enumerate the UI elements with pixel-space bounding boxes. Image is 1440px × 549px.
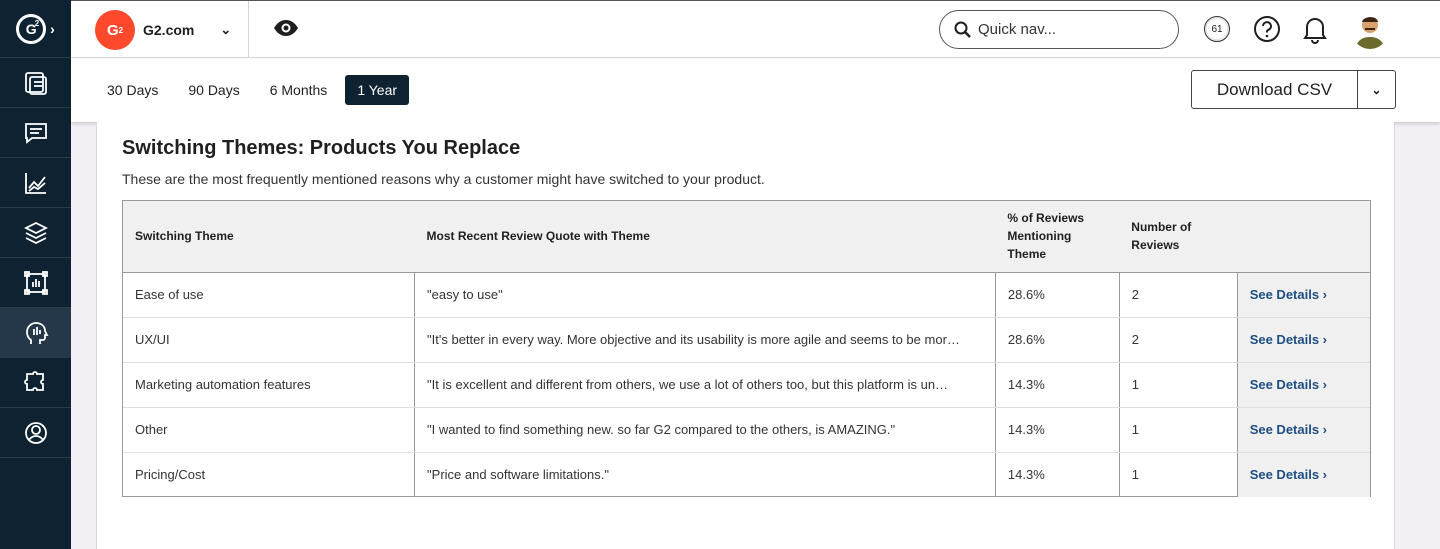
table-row: UX/UI "It's better in every way. More ob… bbox=[123, 317, 1370, 363]
user-avatar[interactable] bbox=[1351, 9, 1389, 49]
rail-item-dashboard[interactable] bbox=[0, 58, 71, 108]
download-options-toggle[interactable]: ⌄ bbox=[1357, 71, 1395, 108]
header-actions bbox=[1237, 201, 1370, 273]
chevron-right-icon: › bbox=[50, 20, 55, 37]
section-subtitle: These are the most frequently mentioned … bbox=[122, 171, 765, 187]
see-details-link[interactable]: See Details › bbox=[1250, 422, 1327, 437]
see-details-link[interactable]: See Details › bbox=[1250, 377, 1327, 392]
dashboard-icon bbox=[24, 71, 47, 95]
quote-cell: "easy to use" bbox=[414, 272, 996, 318]
search-icon bbox=[954, 21, 971, 38]
table-row: Marketing automation features "It is exc… bbox=[123, 362, 1370, 408]
tab-90-days[interactable]: 90 Days bbox=[176, 75, 251, 105]
header-percent-reviews: % of Reviews Mentioning Theme bbox=[995, 201, 1120, 273]
download-csv-split-button: Download CSV ⌄ bbox=[1191, 70, 1396, 109]
product-switcher[interactable]: G2 G2.com ⌄ bbox=[95, 10, 231, 50]
see-details-link[interactable]: See Details › bbox=[1250, 287, 1327, 302]
header-review-quote: Most Recent Review Quote with Theme bbox=[414, 201, 996, 273]
details-cell: See Details › bbox=[1237, 317, 1370, 363]
count-cell: 2 bbox=[1119, 317, 1238, 363]
percent-cell: 14.3% bbox=[995, 452, 1120, 497]
table-row: Pricing/Cost "Price and software limitat… bbox=[123, 452, 1370, 497]
details-cell: See Details › bbox=[1237, 362, 1370, 408]
section-title: Switching Themes: Products You Replace bbox=[122, 137, 521, 159]
tab-6-months[interactable]: 6 Months bbox=[258, 75, 340, 105]
percent-cell: 28.6% bbox=[995, 317, 1120, 363]
percent-cell: 28.6% bbox=[995, 272, 1120, 318]
table-row: Other "I wanted to find something new. s… bbox=[123, 407, 1370, 453]
see-details-link[interactable]: See Details › bbox=[1250, 467, 1327, 482]
theme-cell: Ease of use bbox=[123, 272, 416, 318]
count-cell: 1 bbox=[1119, 407, 1238, 453]
see-details-link[interactable]: See Details › bbox=[1250, 332, 1327, 347]
theme-cell: Marketing automation features bbox=[123, 362, 416, 408]
download-csv-button[interactable]: Download CSV bbox=[1192, 71, 1357, 108]
count-cell: 1 bbox=[1119, 452, 1238, 497]
layers-icon bbox=[23, 221, 48, 244]
rail-item-analytics[interactable] bbox=[0, 158, 71, 208]
top-bar: G2 G2.com ⌄ 61 bbox=[71, 0, 1440, 58]
chevron-down-icon: ⌄ bbox=[220, 22, 232, 37]
quick-nav-search[interactable] bbox=[939, 10, 1179, 49]
rail-item-profile[interactable] bbox=[0, 408, 71, 458]
rail-item-reports[interactable] bbox=[0, 258, 71, 308]
g2-brand-badge: G2 bbox=[95, 10, 135, 50]
table-row: Ease of use "easy to use" 28.6% 2 See De… bbox=[123, 272, 1370, 318]
product-name: G2.com bbox=[143, 22, 195, 38]
switching-themes-table: Switching Theme Most Recent Review Quote… bbox=[122, 200, 1371, 497]
line-chart-icon bbox=[24, 172, 46, 194]
table-header-row: Switching Theme Most Recent Review Quote… bbox=[123, 201, 1370, 273]
quote-cell: "I wanted to find something new. so far … bbox=[414, 407, 996, 453]
rail-item-integrations[interactable] bbox=[0, 208, 71, 258]
switching-themes-card: Switching Themes: Products You Replace T… bbox=[96, 122, 1395, 549]
g2-logo-icon: G2 bbox=[16, 13, 47, 44]
notification-count-badge[interactable]: 61 bbox=[1204, 16, 1230, 42]
theme-cell: UX/UI bbox=[123, 317, 416, 363]
left-rail: G2 › bbox=[0, 0, 71, 549]
header-switching-theme: Switching Theme bbox=[123, 201, 415, 273]
theme-cell: Other bbox=[123, 407, 416, 453]
details-cell: See Details › bbox=[1237, 407, 1370, 453]
divider bbox=[248, 1, 249, 58]
search-input[interactable] bbox=[978, 21, 1158, 38]
quote-cell: "It's better in every way. More objectiv… bbox=[414, 317, 996, 363]
count-cell: 1 bbox=[1119, 362, 1238, 408]
percent-cell: 14.3% bbox=[995, 407, 1120, 453]
theme-cell: Pricing/Cost bbox=[123, 452, 416, 497]
chat-icon bbox=[24, 122, 47, 144]
quote-cell: "It is excellent and different from othe… bbox=[414, 362, 996, 408]
date-filter-bar: 30 Days 90 Days 6 Months 1 Year Download… bbox=[71, 58, 1440, 122]
head-brain-icon bbox=[25, 321, 48, 344]
details-cell: See Details › bbox=[1237, 452, 1370, 497]
details-cell: See Details › bbox=[1237, 272, 1370, 318]
quote-cell: "Price and software limitations." bbox=[414, 452, 996, 497]
eye-icon[interactable] bbox=[273, 18, 299, 43]
puzzle-icon bbox=[23, 370, 44, 391]
date-range-tabs: 30 Days 90 Days 6 Months 1 Year bbox=[95, 75, 415, 105]
header-number-reviews: Number of Reviews bbox=[1119, 201, 1238, 273]
user-circle-icon bbox=[24, 421, 47, 444]
tab-30-days[interactable]: 30 Days bbox=[95, 75, 170, 105]
help-icon[interactable] bbox=[1253, 15, 1281, 48]
g2-home-logo[interactable]: G2 › bbox=[0, 0, 71, 58]
percent-cell: 14.3% bbox=[995, 362, 1120, 408]
rail-item-reviews[interactable] bbox=[0, 108, 71, 158]
rail-item-partners[interactable] bbox=[0, 358, 71, 408]
report-frame-icon bbox=[23, 270, 48, 295]
tab-1-year[interactable]: 1 Year bbox=[345, 75, 410, 105]
rail-item-buyer-intent[interactable] bbox=[0, 308, 71, 358]
count-cell: 2 bbox=[1119, 272, 1238, 318]
chevron-down-icon: ⌄ bbox=[1371, 82, 1382, 97]
bell-icon[interactable] bbox=[1301, 14, 1329, 49]
